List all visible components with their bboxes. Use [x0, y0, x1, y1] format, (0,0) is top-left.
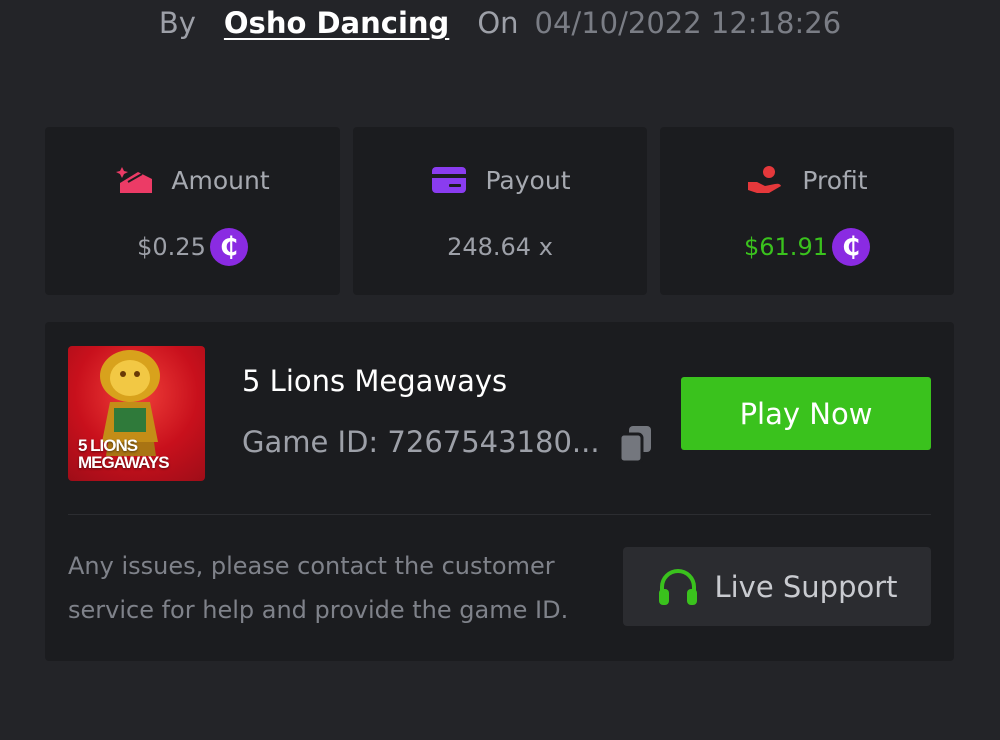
- live-support-label: Live Support: [714, 569, 898, 604]
- profit-value: $61.91: [744, 233, 828, 261]
- copy-icon[interactable]: [617, 424, 655, 464]
- thumb-title: 5 LIONS: [78, 436, 138, 455]
- amount-value: $0.25: [137, 233, 206, 261]
- game-id: Game ID: 7267543180...: [242, 425, 600, 459]
- amount-card: Amount $0.25 ₵: [45, 127, 340, 295]
- game-thumbnail[interactable]: 5 LIONS MEGAWAYS: [68, 346, 205, 481]
- amount-label: Amount: [171, 165, 270, 195]
- game-byline: By Osho Dancing On 04/10/2022 12:18:26: [0, 0, 1000, 46]
- payout-card: Payout 248.64 x: [353, 127, 647, 295]
- coin-icon: ₵: [209, 228, 248, 266]
- card-icon: [429, 164, 469, 196]
- wallet-icon: [115, 164, 155, 196]
- headset-icon: [656, 565, 700, 609]
- hand-money-icon: [746, 164, 786, 196]
- profit-card: Profit $61.91 ₵: [660, 127, 954, 295]
- bet-datetime: 04/10/2022 12:18:26: [534, 6, 842, 40]
- payout-value: 248.64 x: [447, 233, 553, 261]
- on-label: On: [477, 6, 519, 40]
- payout-label: Payout: [485, 165, 571, 195]
- thumb-subtitle: MEGAWAYS: [78, 453, 170, 472]
- coin-icon: ₵: [831, 228, 870, 266]
- help-text: Any issues, please contact the customer …: [68, 552, 569, 624]
- by-label: By: [158, 6, 196, 40]
- live-support-button[interactable]: Live Support: [623, 547, 931, 626]
- game-panel: 5 LIONS MEGAWAYS 5 Lions Megaways Game I…: [45, 322, 954, 661]
- divider: [68, 514, 931, 515]
- game-title: 5 Lions Megaways: [242, 364, 508, 398]
- username-link[interactable]: Osho Dancing: [224, 6, 449, 40]
- play-now-button[interactable]: Play Now: [681, 377, 931, 450]
- profit-label: Profit: [802, 165, 868, 195]
